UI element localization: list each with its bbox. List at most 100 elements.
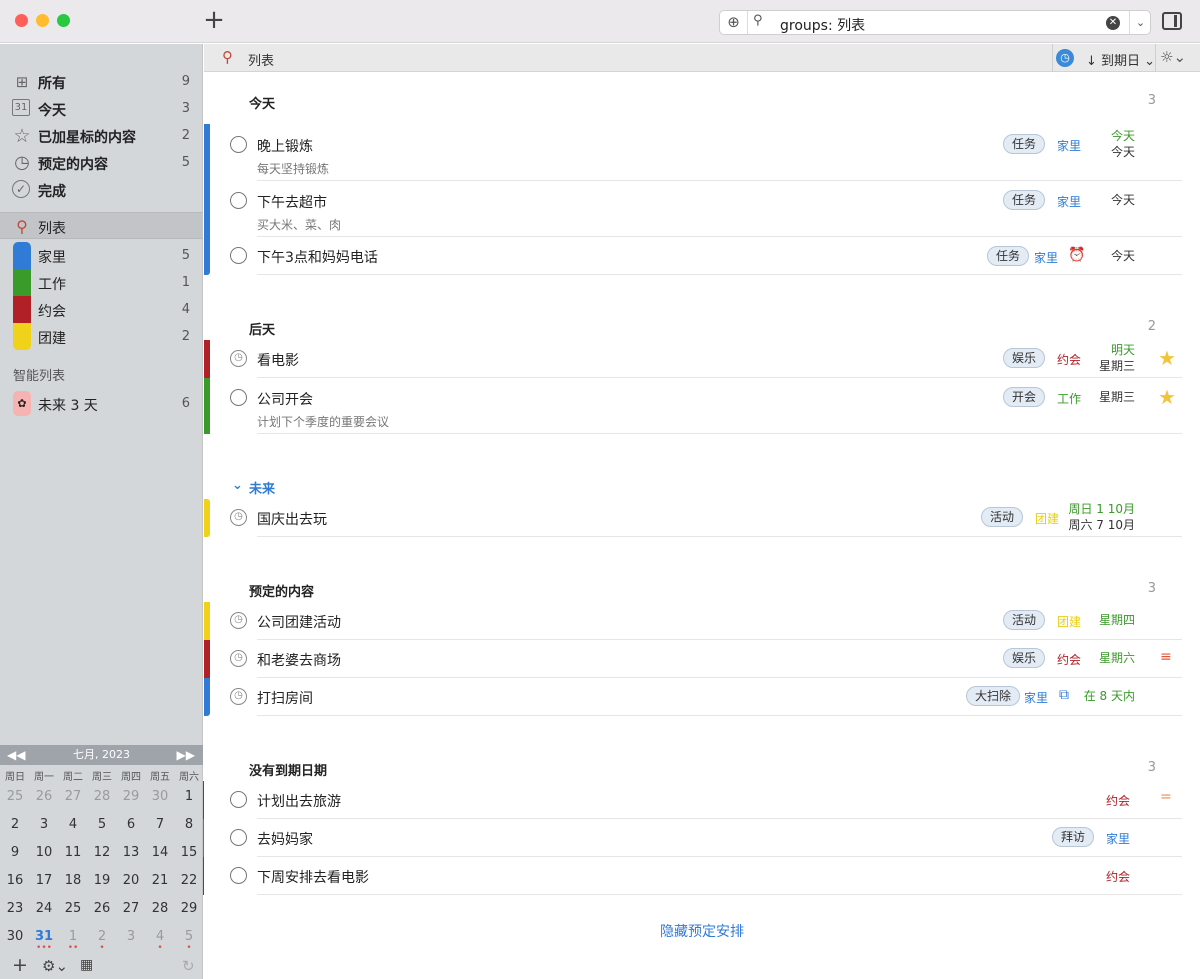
calendar-day[interactable]: 27 — [117, 901, 145, 916]
calendar-day[interactable]: 21 — [146, 873, 174, 888]
add-task-button[interactable]: + — [202, 7, 226, 33]
calendar-day[interactable]: 23 — [1, 901, 29, 916]
task-tag[interactable]: 拜访 — [1052, 827, 1095, 847]
task-row[interactable]: 下午3点和妈妈电话 任务 家里 ⏰ 今天 — [204, 237, 1200, 275]
calendar-day[interactable]: 25 — [59, 901, 87, 916]
task-row[interactable]: 去妈妈家 拜访 家里 — [204, 819, 1200, 857]
calendar-day[interactable]: 6 — [117, 817, 145, 832]
calendar-day[interactable]: 5 — [88, 817, 116, 832]
calendar-day[interactable]: 5 — [175, 929, 203, 944]
task-tag[interactable]: 娱乐 — [1003, 648, 1046, 668]
task-checkbox[interactable] — [230, 791, 247, 808]
calendar-day[interactable]: 18 — [59, 873, 87, 888]
task-row[interactable]: ◷ 和老婆去商场 娱乐 约会 星期六 ≡ — [204, 640, 1200, 678]
calendar-day[interactable]: 1 — [175, 789, 203, 804]
sidebar-item-lists[interactable]: ⚲ 列表 — [0, 212, 203, 239]
task-checkbox[interactable] — [230, 136, 247, 153]
calendar-day[interactable]: 4 — [59, 817, 87, 832]
group-disclosure-icon[interactable]: ⌄ — [232, 478, 243, 493]
task-tag[interactable]: 任务 — [1003, 134, 1046, 154]
sidebar-item-all[interactable]: ⊞ 所有 9 — [0, 68, 203, 95]
task-row[interactable]: 下午去超市 买大米、菜、肉 任务 家里 今天 — [204, 181, 1200, 237]
sidebar-item-home[interactable]: 家里 5 — [0, 242, 203, 269]
sidebar-item-work[interactable]: 工作 1 — [0, 269, 203, 296]
calendar-day[interactable]: 28 — [88, 789, 116, 804]
clear-search-icon[interactable]: ✕ — [1106, 16, 1120, 30]
clock-icon[interactable]: ◷ — [230, 612, 247, 629]
task-tag[interactable]: 大扫除 — [966, 686, 1021, 706]
star-icon[interactable]: ★ — [1158, 346, 1176, 370]
calendar-day[interactable]: 12 — [88, 845, 116, 860]
close-window-button[interactable] — [15, 14, 28, 27]
hide-scheduled-link[interactable]: 隐藏预定安排 — [204, 921, 1200, 941]
calendar-day[interactable]: 30 — [1, 929, 29, 944]
task-row[interactable]: ◷ 打扫房间 大扫除 家里 ⧉ 在 8 天内 — [204, 678, 1200, 716]
zoom-window-button[interactable] — [57, 14, 70, 27]
calendar-day[interactable]: 10 — [30, 845, 58, 860]
task-tag[interactable]: 活动 — [1003, 610, 1046, 630]
calendar-day[interactable]: 26 — [30, 789, 58, 804]
task-row[interactable]: ◷ 公司团建活动 活动 团建 星期四 — [204, 602, 1200, 640]
sidebar-item-starred[interactable]: ☆ 已加星标的内容 2 — [0, 122, 203, 149]
gear-icon[interactable]: ⚙⌄ — [42, 957, 68, 975]
calendar-day[interactable]: 25 — [1, 789, 29, 804]
clock-icon[interactable]: ◷ — [230, 350, 247, 367]
task-checkbox[interactable] — [230, 192, 247, 209]
calendar-day[interactable]: 20 — [117, 873, 145, 888]
calendar-day[interactable]: 29 — [175, 901, 203, 916]
task-tag[interactable]: 任务 — [1003, 190, 1046, 210]
sidebar-item-today[interactable]: 31 今天 3 — [0, 95, 203, 122]
task-row[interactable]: ◷ 看电影 娱乐 约会 明天 星期三 ★ — [204, 340, 1200, 378]
calendar-day[interactable]: 7 — [146, 817, 174, 832]
calendar-day[interactable]: 26 — [88, 901, 116, 916]
task-checkbox[interactable] — [230, 829, 247, 846]
calendar-day[interactable]: 13 — [117, 845, 145, 860]
clock-icon[interactable]: ◷ — [230, 650, 247, 667]
calendar-day[interactable]: 31 — [30, 929, 58, 944]
sidebar-item-scheduled[interactable]: ◷ 预定的内容 5 — [0, 149, 203, 176]
calendar-day[interactable]: 30 — [146, 789, 174, 804]
calendar-day[interactable]: 27 — [59, 789, 87, 804]
star-icon[interactable]: ★ — [1158, 385, 1176, 409]
task-row[interactable]: ◷ 国庆出去玩 活动 团建 周日 1 10月 周六 7 10月 — [204, 499, 1200, 537]
group-title[interactable]: 未来 — [249, 478, 275, 497]
sidebar-panel-toggle-icon[interactable] — [1162, 12, 1182, 30]
task-tag[interactable]: 开会 — [1003, 387, 1046, 407]
calendar-day[interactable]: 3 — [117, 929, 145, 944]
calendar-day[interactable]: 11 — [59, 845, 87, 860]
sidebar-item-next-3-days[interactable]: ✿ 未来 3 天 6 — [0, 390, 203, 417]
calendar-day[interactable]: 14 — [146, 845, 174, 860]
sidebar-item-team[interactable]: 团建 2 — [0, 323, 203, 350]
calendar-day[interactable]: 2 — [1, 817, 29, 832]
minimize-window-button[interactable] — [36, 14, 49, 27]
task-row[interactable]: 公司开会 计划下个季度的重要会议 开会 工作 星期三 ★ — [204, 378, 1200, 434]
sidebar-item-completed[interactable]: ✓ 完成 — [0, 176, 203, 203]
task-checkbox[interactable] — [230, 247, 247, 264]
task-tag[interactable]: 娱乐 — [1003, 348, 1046, 368]
task-tag[interactable]: 任务 — [987, 246, 1030, 266]
calendar-day[interactable]: 16 — [1, 873, 29, 888]
prev-month-icon[interactable]: ◀◀ — [7, 745, 25, 765]
task-row[interactable]: 计划出去旅游 约会 = — [204, 781, 1200, 819]
next-month-icon[interactable]: ▶▶ — [177, 745, 195, 765]
calendar-day[interactable]: 19 — [88, 873, 116, 888]
task-row[interactable]: 晚上锻炼 每天坚持锻炼 任务 家里 今天 今天 — [204, 124, 1200, 181]
calendar-day[interactable]: 24 — [30, 901, 58, 916]
search-field[interactable]: ⊕ ⚲ groups: 列表 ✕ ⌄ — [719, 10, 1151, 35]
search-input[interactable]: groups: 列表 — [780, 15, 865, 35]
calendar-day[interactable]: 9 — [1, 845, 29, 860]
calendar-day[interactable]: 28 — [146, 901, 174, 916]
task-checkbox[interactable] — [230, 867, 247, 884]
search-dropdown-icon[interactable]: ⌄ — [1129, 11, 1151, 34]
sidebar-item-dates[interactable]: 约会 4 — [0, 296, 203, 323]
add-list-icon[interactable]: + — [12, 954, 28, 976]
clock-icon[interactable]: ◷ — [1056, 49, 1074, 67]
task-row[interactable]: 下周安排去看电影 约会 — [204, 857, 1200, 895]
sort-menu[interactable]: ↓ 到期日 ⌄ — [1086, 50, 1155, 69]
task-checkbox[interactable] — [230, 389, 247, 406]
calendar-day[interactable]: 29 — [117, 789, 145, 804]
calendar-day[interactable]: 2 — [88, 929, 116, 944]
clock-icon[interactable]: ◷ — [230, 688, 247, 705]
calendar-day[interactable]: 17 — [30, 873, 58, 888]
brightness-icon[interactable]: ☼⌄ — [1160, 48, 1186, 66]
